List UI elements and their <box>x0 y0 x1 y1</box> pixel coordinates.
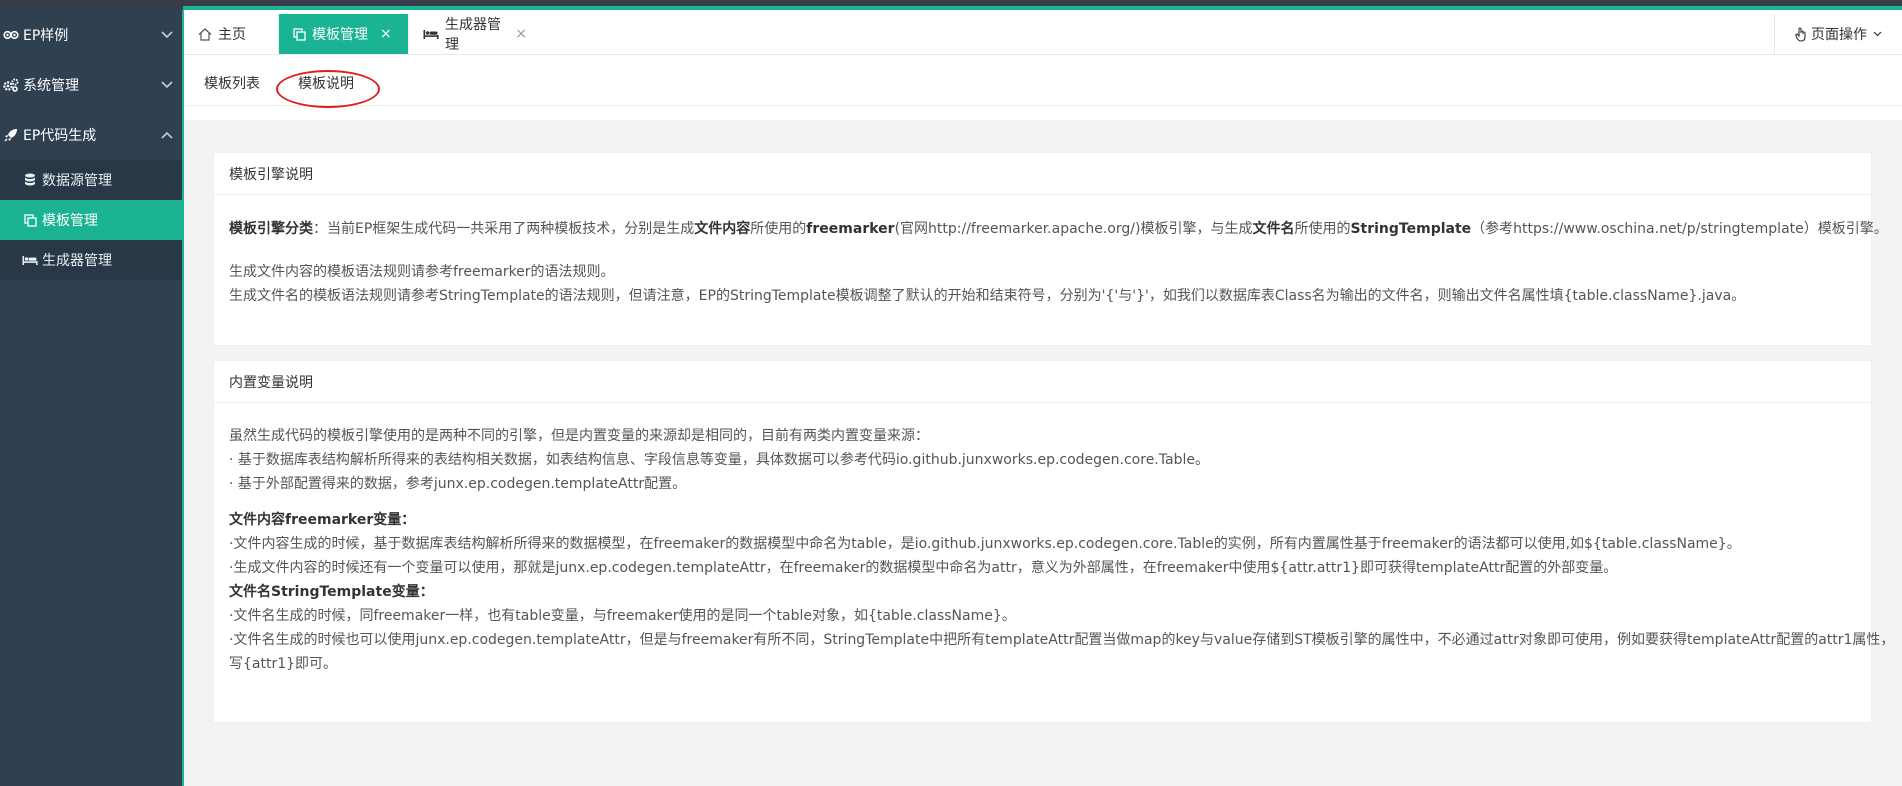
bold-text: 文件名 <box>1252 221 1295 237</box>
panel-title: 模板引擎说明 <box>214 153 1871 195</box>
hand-icon <box>1795 26 1807 42</box>
sidebar-group-label: 系统管理 <box>23 78 79 94</box>
sidebar-item-datasource[interactable]: 数据源管理 <box>0 160 182 200</box>
paragraph: ·文件名生成的时候，同freemaker一样，也有table变量，与freema… <box>229 608 1016 624</box>
paragraph: · 基于外部配置得来的数据，参考junx.ep.codegen.template… <box>229 476 687 492</box>
subtab-template-list[interactable]: 模板列表 <box>204 73 260 93</box>
paragraph: 生成文件名的模板语法规则请参考StringTemplate的语法规则，但请注意，… <box>229 288 1746 304</box>
paragraph: 生成文件内容的模板语法规则请参考freemarker的语法规则。 <box>229 264 615 280</box>
tab-templates[interactable]: 模板管理 × <box>279 14 409 54</box>
sidebar-item-label: 数据源管理 <box>42 173 112 189</box>
subtab-template-docs[interactable]: 模板说明 <box>298 73 354 93</box>
text: （参考https://www.oschina.net/p/stringtempl… <box>1471 221 1888 237</box>
tab-bar: 主页 模板管理 × 生成器管理 × 页面操作 <box>184 14 1902 55</box>
sidebar-item-label: 生成器管理 <box>42 253 112 269</box>
sidebar: EP样例 系统管理 EP代码生成 数据源管理 模板管理 生成器管理 <box>0 10 182 786</box>
sidebar-group-label: EP代码生成 <box>23 128 97 144</box>
rocket-icon <box>2 127 20 143</box>
engine-classification-line: 模板引擎分类：当前EP框架生成代码一共采用了两种模板技术，分别是生成文件内容所使… <box>229 217 1888 241</box>
panel-title: 内置变量说明 <box>214 361 1871 403</box>
paragraph: 虽然生成代码的模板引擎使用的是两种不同的引擎，但是内置变量的来源却是相同的，目前… <box>229 428 929 444</box>
eye-icon <box>2 27 20 43</box>
main-content: 模板引擎说明 模板引擎分类：当前EP框架生成代码一共采用了两种模板技术，分别是生… <box>184 120 1902 786</box>
bold-text: 文件名StringTemplate变量： <box>229 584 434 600</box>
bold-text: 文件内容freemarker变量： <box>229 512 416 528</box>
sidebar-group-ep-samples[interactable]: EP样例 <box>0 10 182 60</box>
chevron-up-icon <box>152 127 182 143</box>
subtab-bar: 模板列表 模板说明 <box>184 56 1902 106</box>
paragraph: ·文件名生成的时候也可以使用junx.ep.codegen.templateAt… <box>229 632 1895 648</box>
panel-variables: 内置变量说明 虽然生成代码的模板引擎使用的是两种不同的引擎，但是内置变量的来源却… <box>213 360 1895 723</box>
text: ：当前EP框架生成代码一共采用了两种模板技术，分别是生成 <box>313 221 695 237</box>
tab-label: 生成器管理 <box>445 17 501 53</box>
bed-icon <box>423 29 439 40</box>
chevron-down-icon <box>152 27 182 43</box>
sidebar-item-templates[interactable]: 模板管理 <box>0 200 182 240</box>
bold-text: freemarker <box>806 221 895 237</box>
page-ops-label: 页面操作 <box>1811 27 1867 43</box>
sidebar-submenu: 数据源管理 模板管理 生成器管理 <box>0 160 182 280</box>
panel-body: 模板引擎分类：当前EP框架生成代码一共采用了两种模板技术，分别是生成文件内容所使… <box>214 195 1888 323</box>
section-heading: 文件内容freemarker变量： <box>229 508 1856 532</box>
bed-icon <box>22 255 38 266</box>
text: 所使用的 <box>750 221 807 237</box>
close-icon[interactable]: × <box>515 26 527 42</box>
text: (官网http://freemarker.apache.org/)模板引擎，与生… <box>894 221 1253 237</box>
bold-text: 模板引擎分类 <box>229 221 313 237</box>
database-icon <box>22 173 38 187</box>
sidebar-group-label: EP样例 <box>23 28 69 44</box>
sidebar-group-system[interactable]: 系统管理 <box>0 60 182 110</box>
paragraph: ·文件内容生成的时候，基于数据库表结构解析所得来的数据模型，在freemaker… <box>229 536 1741 552</box>
gears-icon <box>2 77 20 93</box>
panel-engine: 模板引擎说明 模板引擎分类：当前EP框架生成代码一共采用了两种模板技术，分别是生… <box>213 152 1888 346</box>
close-icon[interactable]: × <box>380 26 392 42</box>
paragraph: 写{attr1}即可。 <box>229 656 338 672</box>
tab-label: 模板管理 <box>312 27 368 43</box>
chevron-down-icon <box>1873 31 1882 37</box>
copy-icon <box>22 213 38 227</box>
tab-label: 主页 <box>218 27 246 43</box>
top-strip <box>0 0 1902 10</box>
tab-home[interactable]: 主页 <box>184 14 279 54</box>
text: 所使用的 <box>1294 221 1351 237</box>
copy-icon <box>293 27 306 41</box>
sidebar-item-label: 模板管理 <box>42 213 98 229</box>
bold-text: 文件内容 <box>694 221 751 237</box>
accent-line <box>183 6 1902 10</box>
tab-generators[interactable]: 生成器管理 × <box>409 14 541 54</box>
home-icon <box>198 27 212 41</box>
chevron-down-icon <box>152 77 182 93</box>
page-ops-button[interactable]: 页面操作 <box>1774 14 1902 54</box>
sidebar-group-codegen[interactable]: EP代码生成 <box>0 110 182 160</box>
sidebar-item-generators[interactable]: 生成器管理 <box>0 240 182 280</box>
bold-text: StringTemplate <box>1350 221 1472 237</box>
section-heading: 文件名StringTemplate变量： <box>229 580 1856 604</box>
panel-body: 虽然生成代码的模板引擎使用的是两种不同的引擎，但是内置变量的来源却是相同的，目前… <box>214 403 1895 691</box>
paragraph: · 基于数据库表结构解析所得来的表结构相关数据，如表结构信息、字段信息等变量，具… <box>229 452 1209 468</box>
paragraph: ·生成文件内容的时候还有一个变量可以使用，那就是junx.ep.codegen.… <box>229 560 1618 576</box>
